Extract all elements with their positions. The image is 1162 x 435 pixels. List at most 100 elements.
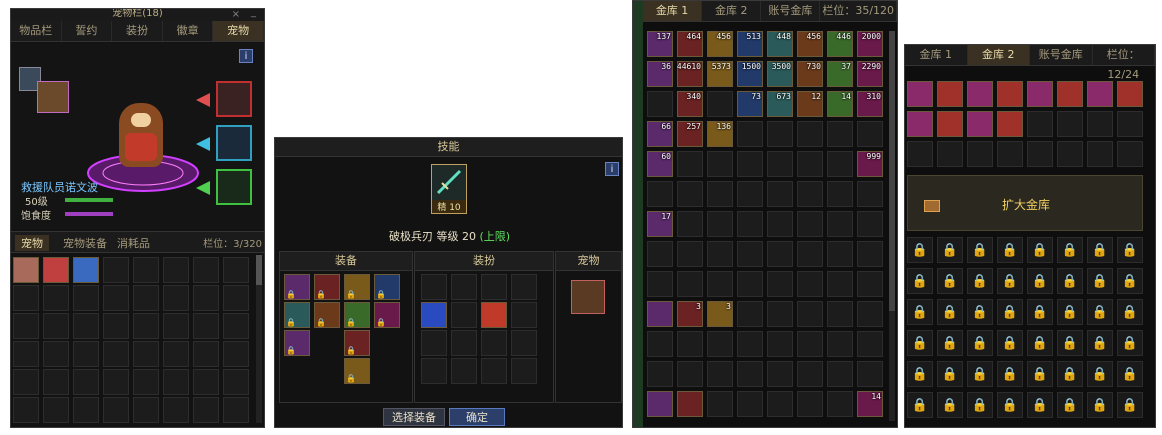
- pet-avatar-icon[interactable]: [37, 81, 69, 113]
- subtab-pet[interactable]: 宠物: [15, 235, 49, 251]
- vault-item-icon[interactable]: 3: [677, 301, 703, 327]
- vault-item-icon[interactable]: 464: [677, 31, 703, 57]
- vault-item-icon[interactable]: 36: [647, 61, 673, 87]
- inventory-slot: [133, 285, 159, 311]
- expand-vault-button[interactable]: 扩大金库: [907, 175, 1143, 231]
- vault-item-icon[interactable]: [647, 301, 673, 327]
- vault-item-icon[interactable]: 17: [647, 211, 673, 237]
- vault2-item-icon[interactable]: [1117, 81, 1143, 107]
- item-count: 2290: [861, 62, 881, 71]
- vault2-item-icon[interactable]: [907, 111, 933, 137]
- select-equip-button[interactable]: 选择装备: [383, 408, 445, 426]
- vault-item-icon[interactable]: 730: [797, 61, 823, 87]
- vault-item-icon[interactable]: 456: [707, 31, 733, 57]
- tab-pet[interactable]: 宠物: [213, 21, 264, 41]
- confirm-button[interactable]: 确定: [449, 408, 505, 426]
- pet-slot-icon[interactable]: [571, 280, 605, 314]
- tab-outfit[interactable]: 装扮: [112, 21, 163, 41]
- outfit-slot: [511, 330, 537, 356]
- tab-account-vault[interactable]: 账号金库: [761, 1, 821, 21]
- vault2-item-icon[interactable]: [997, 81, 1023, 107]
- vault2-item-icon[interactable]: [997, 111, 1023, 137]
- vault-item-icon[interactable]: 44610: [677, 61, 703, 87]
- skill-icon[interactable]: 精 10: [431, 164, 467, 214]
- info-icon[interactable]: i: [239, 49, 253, 63]
- vault-item-icon[interactable]: 340: [677, 91, 703, 117]
- info-icon[interactable]: i: [605, 162, 619, 176]
- vault2-item-icon[interactable]: [967, 111, 993, 137]
- vault-item-icon[interactable]: 2290: [857, 61, 883, 87]
- equip-item-icon[interactable]: 🔒: [344, 330, 370, 356]
- vault-item-icon[interactable]: 3500: [767, 61, 793, 87]
- tab-vault-2[interactable]: 金库 2: [702, 1, 762, 21]
- tab-inventory[interactable]: 物品栏: [11, 21, 62, 41]
- vault-item-icon[interactable]: 310: [857, 91, 883, 117]
- outfit-item-icon[interactable]: [481, 302, 507, 328]
- locked-slot-lock-icon: 🔒: [967, 330, 993, 356]
- locked-slot-lock-icon: 🔒: [1057, 361, 1083, 387]
- vault2-item-icon[interactable]: [967, 81, 993, 107]
- vault-scrollbar[interactable]: [889, 31, 895, 421]
- equip-item-icon[interactable]: 🔒: [284, 274, 310, 300]
- vault-item-icon[interactable]: 257: [677, 121, 703, 147]
- vault-item-icon[interactable]: 136: [707, 121, 733, 147]
- vault-item-icon[interactable]: 14: [827, 91, 853, 117]
- equip-item-icon[interactable]: 🔒: [344, 358, 370, 384]
- tab-account-vault[interactable]: 账号金库: [1030, 45, 1093, 65]
- equip-item-icon[interactable]: 🔒: [344, 302, 370, 328]
- vault-item-icon[interactable]: 60: [647, 151, 673, 177]
- tab-vault-1[interactable]: 金库 1: [643, 1, 703, 21]
- tab-badge[interactable]: 徽章: [163, 21, 214, 41]
- subtab-consumables[interactable]: 消耗品: [117, 235, 150, 251]
- vault-item-icon[interactable]: 673: [767, 91, 793, 117]
- scrollbar[interactable]: [256, 255, 262, 423]
- equip-item-icon[interactable]: 🔒: [284, 330, 310, 356]
- tab-vault-2[interactable]: 金库 2: [967, 45, 1030, 65]
- equip-item-icon[interactable]: 🔒: [284, 302, 310, 328]
- inventory-slot: [223, 369, 249, 395]
- vault-item-icon[interactable]: 999: [857, 151, 883, 177]
- close-icon[interactable]: ×: [232, 9, 240, 20]
- pet-equip-slot-2[interactable]: [216, 125, 252, 161]
- subtab-pet-equip[interactable]: 宠物装备: [63, 235, 107, 251]
- pet-equip-slot-3[interactable]: [216, 169, 252, 205]
- tab-vault-1[interactable]: 金库 1: [905, 45, 968, 65]
- vault-item-icon[interactable]: 1500: [737, 61, 763, 87]
- vault-item-icon[interactable]: 2000: [857, 31, 883, 57]
- vault2-item-icon[interactable]: [907, 81, 933, 107]
- vault-item-icon[interactable]: [647, 391, 673, 417]
- vault-item-icon[interactable]: 12: [797, 91, 823, 117]
- vault2-item-icon[interactable]: [1027, 81, 1053, 107]
- vault-item-icon[interactable]: 37: [827, 61, 853, 87]
- vault2-item-icon[interactable]: [1057, 81, 1083, 107]
- vault-item-icon[interactable]: 3: [707, 301, 733, 327]
- vault2-item-icon[interactable]: [937, 81, 963, 107]
- vault-item-icon[interactable]: 137: [647, 31, 673, 57]
- vault-item-icon[interactable]: 448: [767, 31, 793, 57]
- vault2-slot: [1027, 111, 1053, 137]
- vault-item-icon[interactable]: 446: [827, 31, 853, 57]
- vault-item-icon[interactable]: 456: [797, 31, 823, 57]
- vault2-item-icon[interactable]: [937, 111, 963, 137]
- equip-item-icon[interactable]: 🔒: [374, 302, 400, 328]
- equip-item-icon[interactable]: 🔒: [344, 274, 370, 300]
- vault2-item-icon[interactable]: [1087, 81, 1113, 107]
- tab-oath[interactable]: 誓约: [62, 21, 113, 41]
- pet-item-icon[interactable]: [43, 257, 69, 283]
- pet-equip-slot-1[interactable]: [216, 81, 252, 117]
- pet-item-icon[interactable]: [13, 257, 39, 283]
- vault-item-icon[interactable]: 73: [737, 91, 763, 117]
- vault-item-icon[interactable]: [677, 391, 703, 417]
- vault-item-icon[interactable]: 66: [647, 121, 673, 147]
- outfit-item-icon[interactable]: [421, 302, 447, 328]
- vault-item-icon[interactable]: 5373: [707, 61, 733, 87]
- vault-item-icon[interactable]: 14: [857, 391, 883, 417]
- minimize-icon[interactable]: _: [251, 9, 256, 18]
- vault-slot: [707, 151, 733, 177]
- equip-item-icon[interactable]: 🔒: [314, 302, 340, 328]
- vault-item-icon[interactable]: 513: [737, 31, 763, 57]
- equip-item-icon[interactable]: 🔒: [374, 274, 400, 300]
- equip-item-icon[interactable]: 🔒: [314, 274, 340, 300]
- vault-slot: [827, 211, 853, 237]
- pet-item-icon[interactable]: [73, 257, 99, 283]
